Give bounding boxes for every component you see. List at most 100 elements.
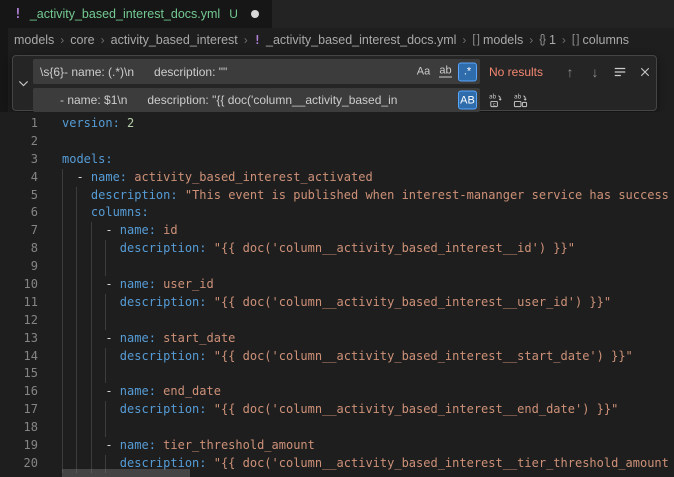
indent-guide xyxy=(91,419,92,437)
indent-guide xyxy=(76,330,77,348)
breadcrumb-label: _activity_based_interest_docs.yml xyxy=(266,33,456,47)
line-number: 17 xyxy=(0,401,38,419)
find-input-wrap: Aa ab .* xyxy=(33,59,480,84)
code-line[interactable]: 3models: xyxy=(0,151,674,169)
replace-icon: ab c xyxy=(488,93,503,108)
whole-word-button[interactable]: ab xyxy=(436,62,455,81)
svg-text:c: c xyxy=(492,101,495,107)
close-find-button[interactable] xyxy=(635,62,655,82)
line-number: 9 xyxy=(0,258,38,276)
breadcrumb-label: models xyxy=(483,33,523,47)
find-options: Aa ab .* xyxy=(414,62,477,81)
line-number: 13 xyxy=(0,330,38,348)
indent-guide xyxy=(105,419,106,437)
indent-guide xyxy=(62,401,63,419)
indent-guide xyxy=(62,437,63,455)
code-line[interactable]: 17 description: "{{ doc('column__activit… xyxy=(0,401,674,419)
git-status-badge: U xyxy=(229,7,238,21)
indent-guide xyxy=(76,204,77,222)
indent-guide xyxy=(62,365,63,383)
horizontal-scrollbar[interactable] xyxy=(62,469,190,477)
find-input[interactable] xyxy=(33,59,480,84)
find-in-selection-button[interactable] xyxy=(610,62,630,82)
code-line-content: version: 2 xyxy=(62,115,134,133)
line-number: 8 xyxy=(0,240,38,258)
breadcrumb-item[interactable]: [ ]models xyxy=(472,33,523,47)
match-case-button[interactable]: Aa xyxy=(414,62,433,81)
code-line-content: description: "{{ doc('column__activity_b… xyxy=(62,294,611,312)
line-number: 11 xyxy=(0,294,38,312)
indent-guide xyxy=(105,240,106,258)
breadcrumb-separator: › xyxy=(60,33,64,47)
code-line[interactable]: 7 - name: id xyxy=(0,222,674,240)
code-line-content: description: "This event is published wh… xyxy=(62,187,669,205)
code-line[interactable]: 12 xyxy=(0,312,674,330)
code-line[interactable]: 10 - name: user_id xyxy=(0,276,674,294)
code-line[interactable]: 4 - name: activity_based_interest_activa… xyxy=(0,169,674,187)
tab-bar: ! _activity_based_interest_docs.yml U xyxy=(0,0,674,28)
breadcrumb-item[interactable]: models xyxy=(14,33,54,47)
next-match-button[interactable]: ↓ xyxy=(585,62,605,82)
line-number: 1 xyxy=(0,115,38,133)
indent-guide xyxy=(62,294,63,312)
code-line[interactable]: 5 description: "This event is published … xyxy=(0,187,674,205)
breadcrumb-item[interactable]: [ ]columns xyxy=(572,33,629,47)
indent-guide xyxy=(62,204,63,222)
indent-guide xyxy=(76,348,77,366)
code-line[interactable]: 18 xyxy=(0,419,674,437)
regex-button[interactable]: .* xyxy=(458,62,477,81)
code-line[interactable]: 19 - name: tier_threshold_amount xyxy=(0,437,674,455)
code-line-content: - name: end_date xyxy=(62,383,221,401)
replace-input-wrap: AB xyxy=(33,88,480,112)
line-number: 4 xyxy=(0,169,38,187)
breadcrumb-item[interactable]: activity_based_interest xyxy=(111,33,238,47)
code-line[interactable]: 15 xyxy=(0,365,674,383)
editor-tab[interactable]: ! _activity_based_interest_docs.yml U xyxy=(0,0,272,28)
line-number: 15 xyxy=(0,365,38,383)
line-number: 2 xyxy=(0,133,38,151)
indent-guide xyxy=(62,169,63,187)
code-line[interactable]: 13 - name: start_date xyxy=(0,330,674,348)
line-number: 5 xyxy=(0,187,38,205)
breadcrumb-label: columns xyxy=(583,33,630,47)
code-line[interactable]: 9 xyxy=(0,258,674,276)
breadcrumb-separator: › xyxy=(562,33,566,47)
unsaved-changes-icon[interactable] xyxy=(251,10,259,18)
replace-button[interactable]: ab c xyxy=(485,90,505,110)
line-number: 12 xyxy=(0,312,38,330)
replace-input[interactable] xyxy=(33,88,480,112)
line-number: 16 xyxy=(0,383,38,401)
find-replace-widget: Aa ab .* No results ↑ ↓ AB a xyxy=(12,55,657,111)
code-line[interactable]: 1 version: 2 xyxy=(0,115,674,133)
indent-guide xyxy=(76,312,77,330)
indent-guide xyxy=(76,419,77,437)
breadcrumb-item[interactable]: !_activity_based_interest_docs.yml xyxy=(254,33,457,47)
replace-all-button[interactable]: ab xyxy=(510,90,530,110)
code-line[interactable]: 2 xyxy=(0,133,674,151)
breadcrumb-item[interactable]: core xyxy=(70,33,94,47)
toggle-replace-button[interactable] xyxy=(13,56,33,110)
code-line[interactable]: 14 description: "{{ doc('column__activit… xyxy=(0,348,674,366)
indent-guide xyxy=(62,240,63,258)
code-line[interactable]: 16 - name: end_date xyxy=(0,383,674,401)
breadcrumb-item[interactable]: {}1 xyxy=(539,33,556,47)
code-line-content: - name: tier_threshold_amount xyxy=(62,437,315,455)
code-line[interactable]: 8 description: "{{ doc('column__activity… xyxy=(0,240,674,258)
indent-guide xyxy=(62,258,63,276)
breadcrumb-label: models xyxy=(14,33,54,47)
code-line[interactable]: 11 description: "{{ doc('column__activit… xyxy=(0,294,674,312)
find-in-selection-icon xyxy=(613,65,627,79)
line-number: 7 xyxy=(0,222,38,240)
indent-guide xyxy=(91,240,92,258)
code-line[interactable]: 6 columns: xyxy=(0,204,674,222)
find-results-status: No results xyxy=(489,65,555,79)
code-line-content: - name: activity_based_interest_activate… xyxy=(62,169,373,187)
previous-match-button[interactable]: ↑ xyxy=(560,62,580,82)
code-editor[interactable]: 1 version: 2 23models:4 - name: activity_b… xyxy=(0,112,674,477)
editor-group-left-edge xyxy=(0,0,8,112)
breadcrumb-separator: › xyxy=(101,33,105,47)
preserve-case-button[interactable]: AB xyxy=(458,91,477,110)
breadcrumb-label: activity_based_interest xyxy=(111,33,238,47)
code-line-content: description: "{{ doc('column__activity_b… xyxy=(62,401,618,419)
indent-guide xyxy=(105,365,106,383)
